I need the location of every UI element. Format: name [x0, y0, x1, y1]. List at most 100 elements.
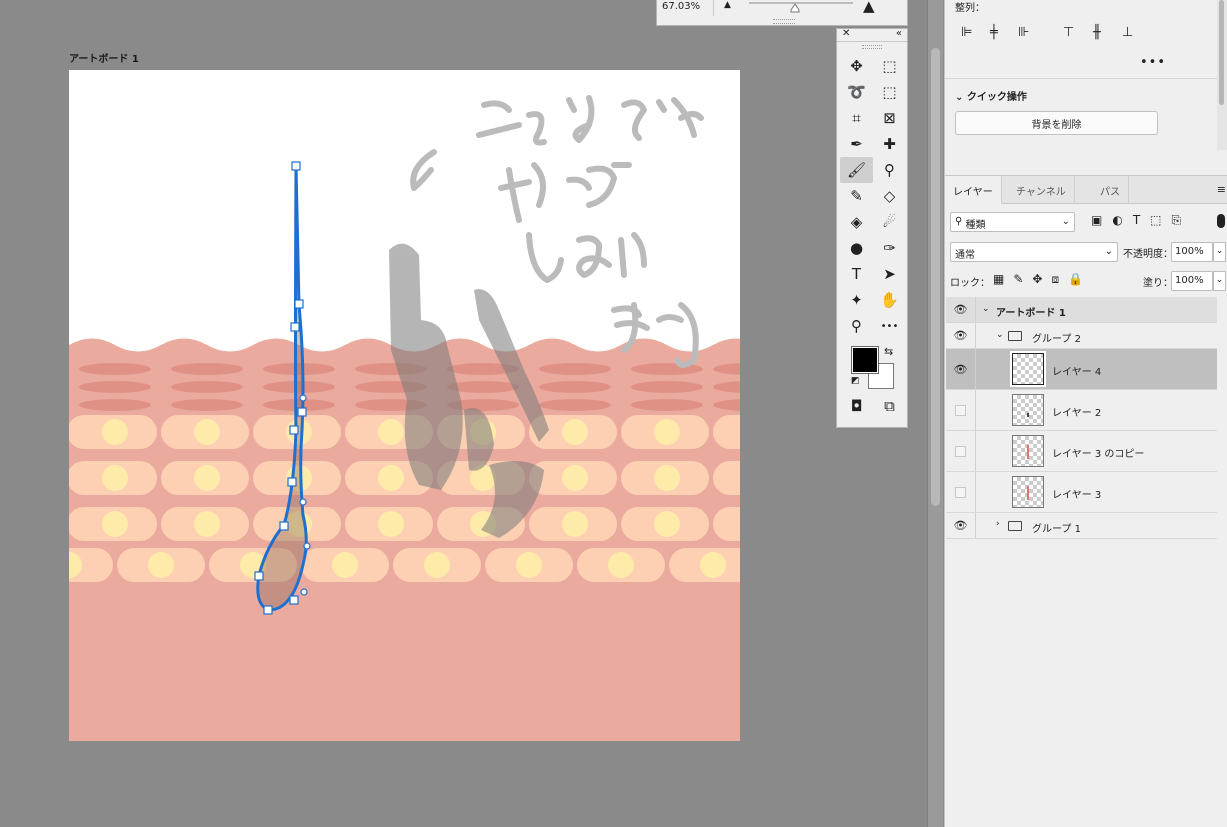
more-options-icon[interactable]: ••• — [1140, 55, 1166, 70]
chevron-down-icon: ⌄ — [1104, 246, 1113, 257]
zoom-in-icon[interactable]: ▲ — [863, 0, 875, 15]
align-right-icon[interactable]: ⊪ — [1018, 25, 1029, 40]
eye-icon[interactable]: 👁 — [946, 513, 976, 538]
folder-icon — [1008, 521, 1022, 531]
grip-icon[interactable] — [862, 45, 882, 49]
fill-field[interactable]: 100% — [1171, 271, 1213, 291]
layer-row[interactable]: 👁 レイヤー 4 — [946, 349, 1217, 390]
lock-transparency-icon[interactable]: ▦ — [993, 272, 1004, 286]
swap-colors-icon[interactable]: ⇆ — [884, 345, 893, 358]
chevron-down-icon[interactable]: ⌄ — [1213, 242, 1226, 262]
close-icon[interactable]: ✕ — [842, 28, 850, 39]
marquee-tool-icon[interactable]: ⬚ — [873, 53, 906, 79]
chevron-down-icon[interactable]: ⌄ — [982, 304, 990, 314]
screen-mode-icon[interactable]: ⧉ — [873, 397, 906, 415]
quick-actions-title[interactable]: ⌄ クイック操作 — [955, 88, 1027, 103]
type-tool-icon[interactable]: T — [840, 261, 873, 287]
layers-tabs: レイヤー チャンネル パス ≡ — [945, 175, 1227, 204]
eye-icon[interactable]: 👁 — [946, 323, 976, 348]
frame-tool-icon[interactable]: ⊠ — [873, 105, 906, 131]
fill-label: 塗り： — [1143, 278, 1173, 289]
zoom-out-icon[interactable]: ▲ — [724, 0, 731, 10]
smart-object-filter-icon[interactable]: ⎘ — [1172, 213, 1182, 227]
tab-layers[interactable]: レイヤー — [945, 176, 1002, 204]
lock-position-icon[interactable]: ✥ — [1032, 272, 1042, 286]
history-brush-tool-icon[interactable]: ✎ — [840, 183, 873, 209]
layer-row[interactable]: 👁 › グループ 1 — [946, 513, 1217, 539]
align-bottom-icon[interactable]: ⊥ — [1122, 25, 1133, 40]
search-icon: ⚲ — [955, 216, 966, 227]
align-center-h-icon[interactable]: ╪ — [990, 25, 998, 40]
adjustment-filter-icon[interactable]: ◐ — [1112, 213, 1122, 227]
tab-paths[interactable]: パス — [1092, 176, 1129, 204]
zoom-slider-knob[interactable] — [790, 3, 800, 13]
artboard-canvas[interactable] — [69, 70, 740, 741]
chevron-right-icon[interactable]: › — [996, 519, 1000, 529]
panel-scrollbar[interactable] — [1217, 0, 1227, 150]
artboard-label[interactable]: アートボード 1 — [69, 50, 139, 65]
pen-tool-icon[interactable]: ✑ — [873, 235, 906, 261]
brush-tool-icon[interactable]: 🖌 — [840, 157, 873, 183]
tab-channels[interactable]: チャンネル — [1008, 176, 1075, 204]
layer-row[interactable]: 👁 ⌄ グループ 2 — [946, 323, 1217, 349]
chevron-down-icon: ⌄ — [955, 92, 967, 103]
align-left-icon[interactable]: ⊫ — [961, 25, 972, 40]
zoom-slider[interactable] — [749, 2, 853, 4]
lock-artboard-icon[interactable]: ⧈ — [1051, 272, 1059, 286]
eyedropper-tool-icon[interactable]: ✒ — [840, 131, 873, 157]
default-colors-icon[interactable]: ◩ — [851, 376, 860, 386]
visibility-toggle[interactable] — [946, 390, 976, 430]
lock-label: ロック： — [950, 278, 990, 289]
lasso-tool-icon[interactable]: ➰ — [840, 79, 873, 105]
layer-row[interactable]: 👁 ⌄ アートボード 1 — [946, 297, 1217, 323]
opacity-label: 不透明度： — [1123, 249, 1173, 260]
shape-tool-icon[interactable]: ✦ — [840, 287, 873, 313]
navigator-panel: 67.03% ▲ ▲ — [656, 0, 908, 26]
collapse-icon[interactable]: « — [896, 28, 902, 39]
type-filter-icon[interactable]: T — [1133, 213, 1140, 227]
healing-brush-tool-icon[interactable]: ✚ — [873, 131, 906, 157]
pixel-filter-icon[interactable]: ▣ — [1091, 213, 1102, 227]
layer-row[interactable]: レイヤー 3 — [946, 472, 1217, 513]
align-middle-v-icon[interactable]: ╫ — [1093, 25, 1101, 40]
eye-icon[interactable]: 👁 — [946, 297, 976, 322]
zoom-field[interactable]: 67.03% — [657, 0, 714, 16]
blend-mode-select[interactable]: 通常 ⌄ — [950, 242, 1118, 262]
folder-icon — [1008, 331, 1022, 341]
zoom-tool-icon[interactable]: ⚲ — [840, 313, 873, 339]
layer-filter-select[interactable]: ⚲ 種類 ⌄ — [950, 212, 1075, 232]
lock-all-icon[interactable]: 🔒 — [1068, 272, 1083, 286]
more-tools-icon[interactable]: ••• — [873, 313, 906, 339]
lock-pixels-icon[interactable]: ✎ — [1013, 272, 1023, 286]
opacity-field[interactable]: 100% — [1171, 242, 1213, 262]
move-tool-icon[interactable]: ✥ — [840, 53, 873, 79]
quick-mask-icon[interactable]: ◘ — [840, 397, 873, 415]
skin-illustration — [69, 95, 740, 741]
visibility-toggle[interactable] — [946, 431, 976, 471]
remove-background-button[interactable]: 背景を削除 — [955, 111, 1158, 135]
right-panels: 整列： ⊫ ╪ ⊪ ⊤ ╫ ⊥ ••• ⌄ クイック操作 背景を削除 レイヤー … — [944, 0, 1227, 827]
panel-menu-icon[interactable]: ≡ — [1217, 183, 1226, 196]
dodge-tool-icon[interactable]: ● — [840, 235, 873, 261]
grip-icon[interactable] — [773, 19, 795, 24]
align-top-icon[interactable]: ⊤ — [1063, 25, 1074, 40]
eraser-tool-icon[interactable]: ◇ — [873, 183, 906, 209]
hand-tool-icon[interactable]: ✋ — [873, 287, 906, 313]
foreground-color-swatch[interactable] — [851, 346, 879, 374]
crop-tool-icon[interactable]: ⌗ — [840, 105, 873, 131]
path-select-tool-icon[interactable]: ➤ — [873, 261, 906, 287]
paint-bucket-tool-icon[interactable]: ◈ — [840, 209, 873, 235]
eye-icon[interactable]: 👁 — [946, 349, 976, 389]
layer-row[interactable]: レイヤー 2 — [946, 390, 1217, 431]
visibility-toggle[interactable] — [946, 472, 976, 512]
shape-filter-icon[interactable]: ⬚ — [1150, 213, 1161, 227]
blur-tool-icon[interactable]: ☄ — [873, 209, 906, 235]
layer-row[interactable]: レイヤー 3 のコピー — [946, 431, 1217, 472]
canvas-scrollbar-thumb[interactable] — [931, 48, 940, 506]
chevron-down-icon[interactable]: ⌄ — [1213, 271, 1226, 291]
filter-toggle[interactable] — [1217, 214, 1225, 228]
object-select-tool-icon[interactable]: ⬚ — [873, 79, 906, 105]
canvas-scrollbar[interactable] — [927, 0, 943, 827]
stamp-tool-icon[interactable]: ⚲ — [873, 157, 906, 183]
chevron-down-icon[interactable]: ⌄ — [996, 330, 1004, 340]
